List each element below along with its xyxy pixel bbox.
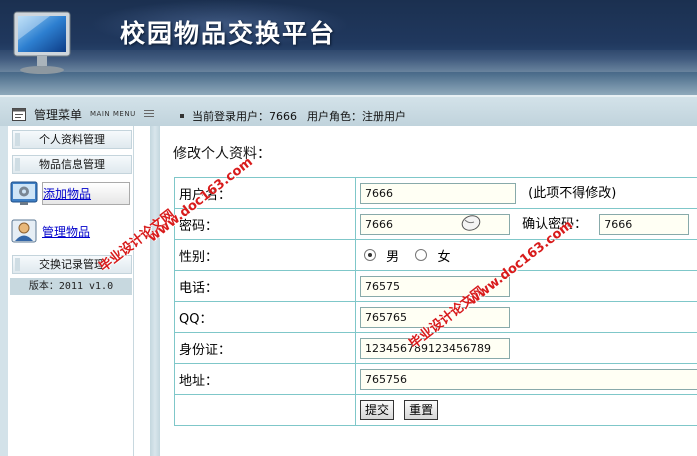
gender-label: 性别： <box>174 239 356 271</box>
sidebar-item-manage-items[interactable]: 管理物品 <box>10 217 134 245</box>
phone-label: 电话： <box>174 270 356 302</box>
id-card-label: 身份证： <box>174 332 356 364</box>
submit-button[interactable]: 提交 <box>360 400 395 420</box>
user-card-icon <box>11 219 37 243</box>
address-cell: 765756 <box>355 363 697 395</box>
user-role-text: 用户角色：注册用户 <box>307 110 406 123</box>
password-label: 密码： <box>174 208 356 240</box>
qq-label: QQ： <box>174 301 356 333</box>
address-input[interactable]: 765756 <box>360 368 697 390</box>
id-card-input[interactable]: 123456789123456789 <box>360 337 510 359</box>
username-note: (此项不得修改) <box>528 186 617 201</box>
confirm-password-input[interactable]: 7666 <box>599 214 690 235</box>
qq-cell: 765765 <box>355 301 697 333</box>
form-row-phone: 电话： 76575 <box>174 270 697 302</box>
site-header: 校园物品交换平台 <box>0 0 697 95</box>
sidebar-section-exchange[interactable]: 交换记录管理 <box>12 255 132 274</box>
address-label: 地址： <box>174 363 356 395</box>
top-status-bar: 管理菜单 MAIN MENU 当前登录用户：7666 用户角色：注册用户 <box>0 95 697 126</box>
menu-lines-icon <box>143 110 154 117</box>
gender-female-radio[interactable] <box>415 249 428 261</box>
username-cell: 7666 (此项不得修改) <box>355 177 697 209</box>
version-label: 版本：2011 v1.0 <box>10 278 132 295</box>
form-row-address: 地址： 765756 <box>174 363 697 395</box>
form-row-gender: 性别： 男 女 <box>174 239 697 271</box>
manage-items-link[interactable]: 管理物品 <box>42 221 94 242</box>
sidebar-section-items[interactable]: 物品信息管理 <box>12 155 132 174</box>
main-content: 修改个人资料： 用户名： 7666 (此项不得修改) 密码： 7666 确认密码… <box>163 126 697 456</box>
password-input[interactable]: 7666 <box>360 214 510 235</box>
form-row-username: 用户名： 7666 (此项不得修改) <box>174 177 697 209</box>
site-title: 校园物品交换平台 <box>120 19 337 48</box>
menu-subtitle: MAIN MENU <box>90 110 136 118</box>
add-item-link[interactable]: 添加物品 <box>42 181 130 205</box>
bullet-icon <box>180 114 184 118</box>
gender-female-label: 女 <box>437 249 451 265</box>
form-row-id: 身份证： 123456789123456789 <box>174 332 697 364</box>
reset-button[interactable]: 重置 <box>404 400 439 420</box>
mouse-cursor-icon <box>461 215 481 231</box>
username-label: 用户名： <box>174 177 356 209</box>
gender-male-label: 男 <box>386 249 400 265</box>
current-user-text: 当前登录用户：7666 <box>192 110 297 123</box>
phone-input[interactable]: 76575 <box>360 275 510 297</box>
username-input[interactable]: 7666 <box>360 183 516 204</box>
form-row-qq: QQ： 765765 <box>174 301 697 333</box>
monitor-logo-icon <box>13 11 71 74</box>
menu-title: 管理菜单 <box>34 107 83 122</box>
window-icon <box>12 107 26 121</box>
id-card-cell: 123456789123456789 <box>355 332 697 364</box>
sidebar-section-profile[interactable]: 个人资料管理 <box>12 130 132 149</box>
gender-cell: 男 女 <box>355 239 697 271</box>
form-row-password: 密码： 7666 确认密码： 7666 <box>174 208 697 240</box>
password-cell: 7666 确认密码： 7666 <box>355 208 697 240</box>
profile-form: 用户名： 7666 (此项不得修改) 密码： 7666 确认密码： 7666 性… <box>174 177 697 426</box>
header-stripe <box>0 50 697 72</box>
sidebar: 个人资料管理 物品信息管理 添加物品 管理物品 交换记录管理 版本：2011 v… <box>8 126 134 456</box>
actions-cell: 提交 重置 <box>355 394 697 426</box>
gear-monitor-icon <box>10 181 38 205</box>
sidebar-item-add-item[interactable]: 添加物品 <box>10 179 134 207</box>
qq-input[interactable]: 765765 <box>360 306 510 328</box>
actions-label-cell <box>174 394 356 426</box>
panel-splitter[interactable] <box>150 126 160 456</box>
gender-male-radio[interactable] <box>364 249 376 261</box>
form-row-actions: 提交 重置 <box>174 394 697 426</box>
login-info: 当前登录用户：7666 用户角色：注册用户 <box>180 108 406 124</box>
form-title: 修改个人资料： <box>173 146 271 162</box>
main-menu-title: 管理菜单 MAIN MENU <box>8 103 158 125</box>
confirm-password-label: 确认密码： <box>522 217 588 232</box>
sidebar-edge <box>0 126 8 456</box>
phone-cell: 76575 <box>355 270 697 302</box>
